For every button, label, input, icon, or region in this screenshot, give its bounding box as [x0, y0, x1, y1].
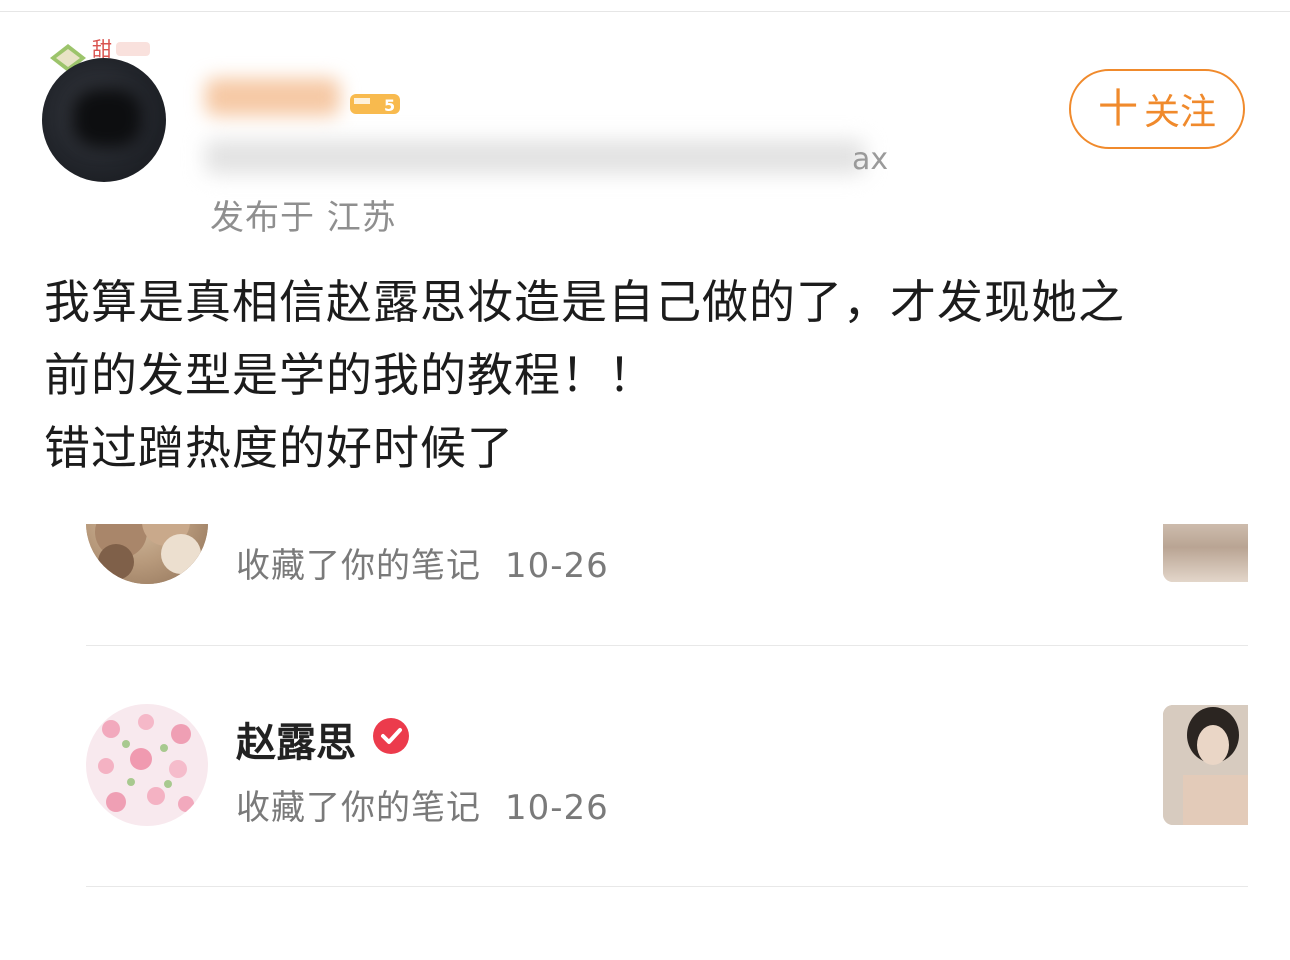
notifier-name[interactable]: 赵露思 — [236, 710, 356, 768]
top-divider — [0, 11, 1290, 12]
notification-text: 收藏了你的笔记 10-26 — [236, 788, 609, 828]
plus-icon: 十 — [1097, 86, 1138, 132]
verified-icon — [373, 718, 409, 754]
post-content: 我算是真相信赵露思妆造是自己做的了，才发现她之 前的发型是学的我的教程！！ 错过… — [44, 266, 1254, 485]
follow-label: 关注 — [1143, 92, 1216, 133]
photo-thumbnail-icon — [1163, 705, 1248, 825]
post-content-line: 前的发型是学的我的教程！！ — [44, 348, 655, 402]
note-thumbnail[interactable] — [1163, 524, 1248, 582]
author-avatar[interactable] — [42, 58, 166, 182]
post-content-line: 错过蹭热度的好时候了 — [44, 421, 514, 475]
row-divider — [86, 645, 1248, 646]
bottom-fade — [0, 940, 1290, 960]
post-meta-blurred — [205, 140, 865, 174]
row-divider — [86, 886, 1248, 887]
post-content-line: 我算是真相信赵露思妆造是自己做的了，才发现她之 — [44, 275, 1125, 329]
author-name-blurred[interactable] — [205, 78, 340, 116]
floral-avatar[interactable] — [86, 704, 208, 826]
svg-text:5: 5 — [384, 96, 395, 115]
post-meta-trailing: ax — [852, 142, 889, 177]
vip-level-badge-icon: 5 — [350, 94, 400, 115]
follow-button[interactable]: 十 关注 — [1069, 69, 1245, 149]
notification-row[interactable] — [0, 524, 1290, 624]
floral-pattern-icon — [98, 714, 194, 812]
post-location: 发布于 江苏 — [210, 198, 397, 238]
note-thumbnail[interactable] — [1163, 705, 1248, 825]
